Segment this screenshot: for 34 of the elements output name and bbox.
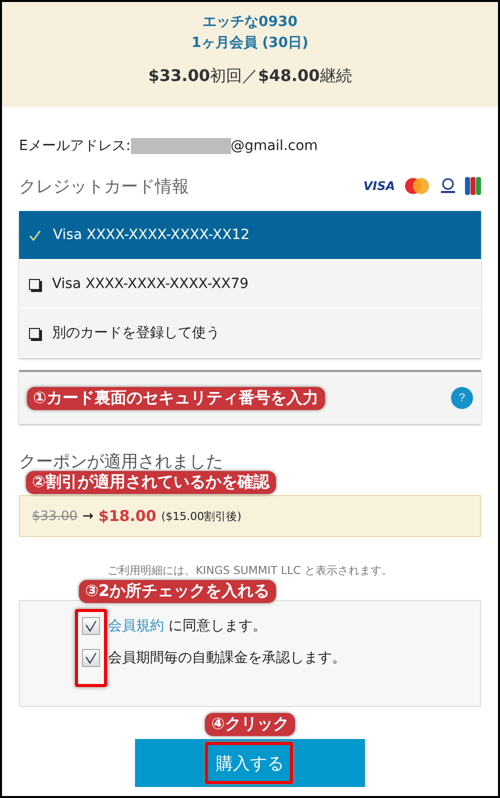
arrow-text: →: [82, 508, 94, 524]
new-price: $18.00: [98, 507, 156, 525]
agreement-text: 会員規約 に同意します。: [108, 617, 266, 635]
email-value: @gmail.com: [230, 138, 318, 154]
card-brand-logo: VISA: [363, 179, 395, 193]
card-option[interactable]: Visa XXXX-XXXX-XXXX-XX79: [19, 260, 481, 309]
agreement-text: 会員期間毎の自動課金を承認します。: [108, 649, 346, 667]
section-title: クレジットカード情報: [19, 176, 189, 198]
checkbox[interactable]: [82, 649, 100, 667]
striped-logo-icon: [465, 177, 481, 195]
discount-text: ($15.00割引後): [161, 508, 242, 524]
annotation-label: ④クリック: [205, 713, 295, 736]
help-button[interactable]: ?: [451, 387, 473, 409]
coupon-title: クーポンが適用されました: [19, 451, 224, 473]
card-option[interactable]: 別のカードを登録して使う: [19, 309, 481, 358]
security-code-field[interactable]: ①カード裏面のセキュリティ番号を入力 ?: [19, 370, 481, 424]
price-text: $33.00初回／$48.00継続: [148, 66, 352, 87]
terms-link[interactable]: 会員規約: [108, 618, 164, 634]
plan-title: エッチな0930: [202, 13, 298, 32]
statement-note: ご利用明細には、KINGS SUMMIT LLC と表示されます。: [106, 563, 394, 578]
email-label: Eメールアドレス:: [19, 137, 131, 155]
checkbox-icon: [29, 278, 40, 290]
purchase-button[interactable]: 購入する: [135, 739, 365, 787]
overlapping-circles-icon: [403, 177, 431, 195]
check-icon: [29, 230, 41, 240]
checkbox[interactable]: [82, 617, 100, 635]
annotation-label: ①カード裏面のセキュリティ番号を入力: [27, 386, 325, 410]
plan-title: 1ヶ月会員 (30日): [192, 34, 308, 53]
card-option[interactable]: Visa XXXX-XXXX-XXXX-XX12: [19, 211, 481, 260]
annotation-label: ③2か所チェックを入れる: [79, 580, 276, 603]
card-logo-icon: [439, 177, 457, 195]
old-price: $33.00: [32, 508, 78, 524]
annotation-label: ②割引が適用されているかを確認: [26, 471, 276, 494]
checkbox-icon: [29, 328, 40, 338]
